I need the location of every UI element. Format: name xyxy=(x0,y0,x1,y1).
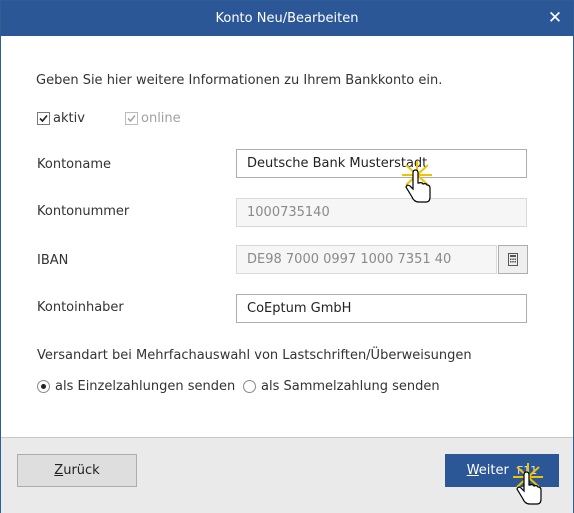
kontoinhaber-label: Kontoinhaber xyxy=(37,300,124,315)
iban-input: DE98 7000 0997 1000 7351 40 xyxy=(236,245,497,274)
radio-sammelzahlung[interactable] xyxy=(243,380,256,393)
next-button-label: eiter xyxy=(478,463,509,478)
kontoname-input[interactable]: Deutsche Bank Musterstadt xyxy=(236,149,527,178)
intro-text: Geben Sie hier weitere Informationen zu … xyxy=(36,73,443,88)
online-checkbox xyxy=(125,112,138,125)
iban-label: IBAN xyxy=(37,253,69,268)
kontonummer-label: Kontonummer xyxy=(37,204,130,219)
close-button[interactable]: ✕ xyxy=(537,1,573,36)
hand-cursor-icon xyxy=(402,161,432,203)
radio-sammelzahlung-label[interactable]: als Sammelzahlung senden xyxy=(261,379,440,394)
radio-einzelzahlungen-label[interactable]: als Einzelzahlungen senden xyxy=(55,379,235,394)
dialog-window: Konto Neu/Bearbeiten ✕ Geben Sie hier we… xyxy=(0,0,574,513)
back-button-label: urück xyxy=(63,463,100,478)
back-button-mnemonic: Z xyxy=(54,463,64,478)
aktiv-checkbox[interactable] xyxy=(37,112,50,125)
radio-einzelzahlungen[interactable] xyxy=(37,380,50,393)
checkmark-icon xyxy=(127,114,136,123)
versandart-label: Versandart bei Mehrfachauswahl von Lasts… xyxy=(37,348,472,363)
calculator-icon xyxy=(508,253,518,266)
iban-calculator-button[interactable] xyxy=(498,245,528,274)
kontoinhaber-input[interactable]: CoEptum GmbH xyxy=(236,294,527,323)
radio-selected-dot xyxy=(41,384,46,389)
close-icon: ✕ xyxy=(547,8,563,28)
aktiv-label: aktiv xyxy=(53,111,85,126)
window-title: Konto Neu/Bearbeiten xyxy=(215,11,359,26)
back-button[interactable]: Zurück xyxy=(17,454,137,487)
hand-cursor-icon xyxy=(513,463,543,505)
title-bar: Konto Neu/Bearbeiten ✕ xyxy=(1,1,573,36)
online-label: online xyxy=(141,111,181,126)
checkmark-icon xyxy=(39,114,48,123)
kontoname-label: Kontoname xyxy=(37,157,111,172)
kontonummer-input: 1000735140 xyxy=(236,198,527,227)
next-button-mnemonic: W xyxy=(466,463,479,478)
